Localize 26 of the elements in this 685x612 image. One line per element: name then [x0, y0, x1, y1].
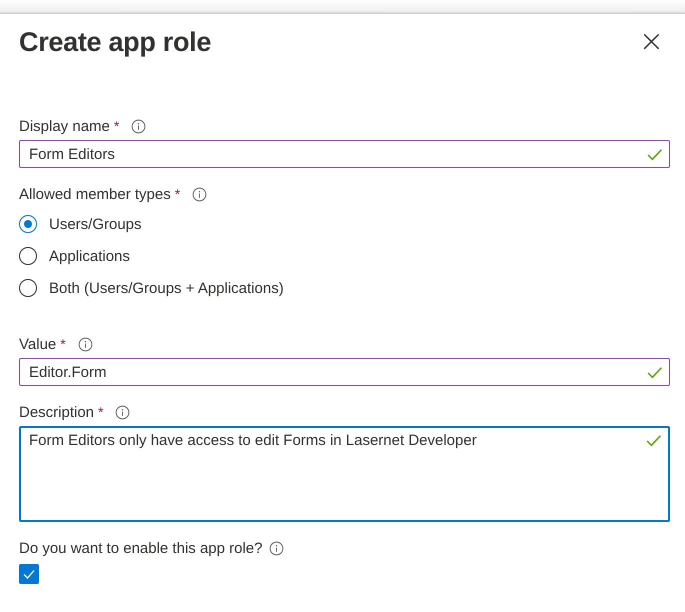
- required-mark: *: [60, 336, 66, 352]
- info-icon: [268, 540, 284, 556]
- field-label: Value: [19, 336, 56, 352]
- panel-title: Create app role: [19, 26, 212, 58]
- radio-button[interactable]: [19, 279, 37, 297]
- radio-button[interactable]: [19, 247, 37, 265]
- enable-checkbox[interactable]: [19, 564, 39, 584]
- info-icon: [131, 118, 146, 134]
- required-mark: *: [98, 404, 104, 420]
- field-label: Description: [19, 404, 94, 420]
- radio-label[interactable]: Applications: [49, 248, 130, 264]
- description-field[interactable]: Form Editors only have access to edit Forms in Lasernet Developer: [19, 426, 670, 522]
- field-label: Display name: [19, 118, 110, 134]
- close-button[interactable]: ×: [632, 27, 670, 57]
- info-icon: [78, 336, 93, 352]
- radio-label[interactable]: Users/Groups: [49, 216, 142, 232]
- radio-label[interactable]: Both (Users/Groups + Applications): [49, 280, 284, 296]
- field-label: Do you want to enable this app role?: [19, 540, 262, 556]
- field-label: Allowed member types: [19, 186, 171, 202]
- radio-button[interactable]: [19, 215, 37, 233]
- text-field[interactable]: Editor.Form: [19, 358, 670, 386]
- required-mark: *: [114, 118, 120, 134]
- required-mark: *: [174, 186, 180, 202]
- text-field[interactable]: Form Editors: [19, 140, 670, 168]
- info-icon: [192, 186, 208, 202]
- info-icon: [115, 404, 130, 420]
